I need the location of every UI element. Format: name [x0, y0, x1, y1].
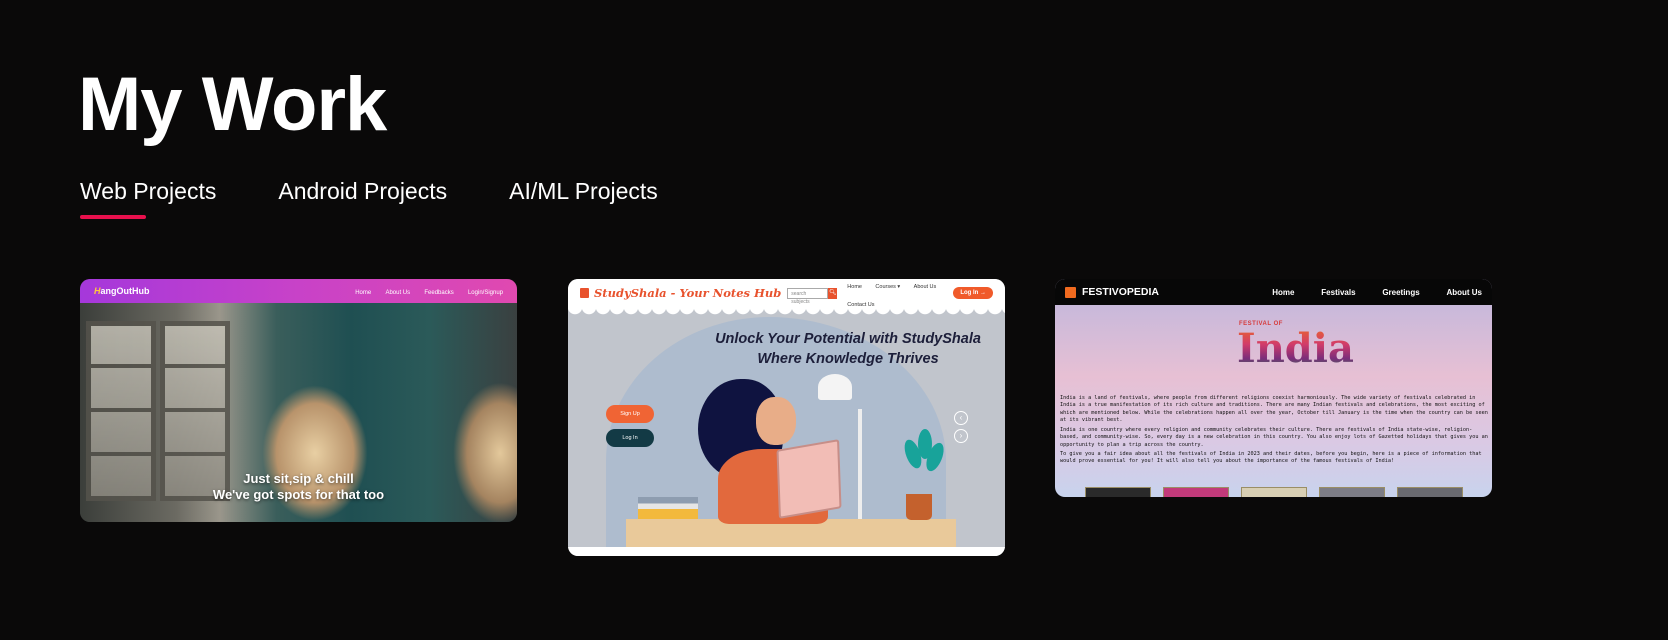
studyshala-login-button: Log In: [606, 429, 654, 447]
studyshala-headline: Unlock Your Potential with StudyShala Wh…: [715, 331, 981, 367]
search-icon: 🔍︎: [828, 287, 838, 299]
festival-of-india-banner: FESTIVAL OF India: [1237, 321, 1354, 372]
project-tabs: Web Projects Android Projects AI/ML Proj…: [80, 176, 720, 206]
festivopedia-logo: FESTIVOPEDIA: [1065, 286, 1248, 298]
festival-thumbnail: [1241, 487, 1307, 497]
hangouthub-hero-text: Just sit,sip & chill We've got spots for…: [212, 471, 385, 502]
studyshala-logo: StudyShala - Your Notes Hub: [594, 286, 782, 300]
festival-thumbnail: [1085, 487, 1151, 497]
chevron-left-icon: ‹: [954, 411, 968, 425]
tab-aiml-projects[interactable]: AI/ML Projects: [509, 176, 658, 206]
hangouthub-hero-image: Just sit,sip & chill We've got spots for…: [80, 303, 517, 522]
hangouthub-nav-login: Login/Signup: [467, 289, 503, 296]
festivopedia-navbar: FESTIVOPEDIA Home Festivals Greetings Ab…: [1055, 279, 1492, 305]
scallop-border: [568, 307, 1005, 317]
lamp-illustration: [858, 409, 862, 519]
chevron-right-icon: ›: [954, 429, 968, 443]
tab-web-projects[interactable]: Web Projects: [80, 176, 216, 206]
hangouthub-nav-feedbacks: Feedbacks: [424, 289, 454, 296]
festivopedia-nav-greetings: Greetings: [1382, 287, 1420, 297]
festivopedia-paragraph: India is one country where every religio…: [1060, 427, 1488, 448]
lamp-illustration: [818, 374, 852, 400]
studyshala-navbar: StudyShala - Your Notes Hub search subje…: [568, 279, 1005, 308]
studyshala-nav-courses: Courses ▾: [875, 284, 901, 290]
hangouthub-navbar: HangOutHub Home About Us Feedbacks Login…: [80, 279, 517, 303]
festivopedia-logo-icon: [1065, 286, 1076, 298]
project-card-festivopedia[interactable]: FESTIVOPEDIA Home Festivals Greetings Ab…: [1055, 279, 1492, 497]
hangouthub-nav-about: About Us: [385, 289, 411, 296]
studyshala-nav-about: About Us: [913, 284, 937, 290]
studyshala-signup-button: Sign Up: [606, 405, 654, 423]
plant-pot-illustration: [906, 494, 932, 520]
project-card-studyshala[interactable]: StudyShala - Your Notes Hub search subje…: [568, 279, 1005, 556]
project-card-hangouthub[interactable]: HangOutHub Home About Us Feedbacks Login…: [80, 279, 517, 522]
festivopedia-paragraph: India is a land of festivals, where peop…: [1060, 395, 1488, 423]
hangouthub-nav-home: Home: [355, 289, 372, 296]
festival-thumbnail: [1319, 487, 1385, 497]
festivopedia-nav-festivals: Festivals: [1321, 287, 1356, 297]
festival-thumbnail: [1397, 487, 1463, 497]
studyshala-nav-home: Home: [847, 284, 862, 290]
scallop-border: [568, 547, 1005, 556]
book-illustration: [776, 439, 842, 519]
page-title: My Work: [78, 62, 387, 147]
festivopedia-nav-about: About Us: [1446, 287, 1482, 297]
book-icon: [580, 288, 589, 298]
festivopedia-paragraph: To give you a fair idea about all the fe…: [1060, 451, 1482, 465]
active-tab-indicator: [80, 215, 146, 219]
hangouthub-logo: HangOutHub: [94, 286, 150, 296]
festival-thumbnail: [1163, 487, 1229, 497]
festival-thumbnails: [1085, 487, 1475, 497]
studyshala-login-pill: Log In →: [953, 287, 993, 299]
tab-android-projects[interactable]: Android Projects: [278, 176, 447, 206]
books-illustration: [638, 497, 698, 519]
student-illustration: [756, 397, 796, 445]
festivopedia-nav-home: Home: [1272, 287, 1295, 297]
studyshala-search-input: search subjects: [787, 287, 829, 305]
